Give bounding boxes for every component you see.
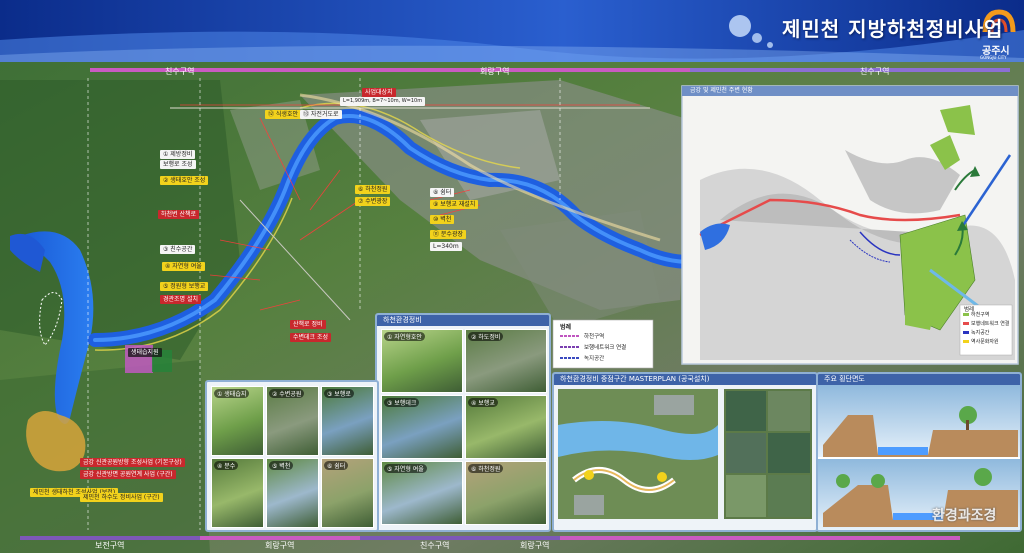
map-callout: 제민천 하수도 정비사업 (구간) [80,493,163,502]
zone-label: 친수구역 [165,67,195,76]
map-callout: 금강 신관공원방향 조성사업 (기본구상) [80,458,185,467]
photo-label: ⑥ 쉼터 [324,461,349,470]
map-callout: ⑤ 정원형 보행교 [160,282,209,291]
project-site-label: 사업대상지 [362,88,396,97]
map-callout: 수변데크 조성 [290,333,332,342]
photo-thumbnail: ② 수변공원 [266,386,319,456]
map-callout: ④ 자연형 여울 [162,262,205,271]
panel-title: 주요 횡단면도 [818,374,1020,385]
watermark: 환경과조경 [932,508,997,524]
inset-legend-item: 역사문화자원 [971,339,999,345]
map-callout: 경관조명 설치 [160,295,202,304]
zone-label: 친수구역 [420,541,450,550]
map-callout: ⑦ 수변광장 [355,197,391,206]
bubble-icon [729,15,751,37]
map-callout: ③ 친수공간 [160,245,196,254]
photo-label: ④ 보행교 [468,398,498,407]
photo-label: ② 수변공원 [269,389,305,398]
zone-label: 회랑구역 [520,541,550,550]
photo-panel-facilities: ① 생태습지 ② 수변공원 ③ 보행로 ④ 분수 ⑤ 벽천 ⑥ 쉼터 [205,380,379,532]
map-callout: ⑨ 보행교 재설치 [430,200,479,209]
map-callout: ② 생태호안 조성 [160,176,209,185]
center-legend-item: 녹지공간 [584,356,605,362]
photo-thumbnail: ④ 분수 [211,458,264,528]
center-legend-title: 범례 [560,324,572,331]
map-callout: L=340m [430,242,462,251]
map-callout: ① 제방정비 [160,150,196,159]
map-callout: ⑩ 벽천 [430,215,455,224]
photo-thumbnail: ⑥ 쉼터 [321,458,374,528]
masterplan-drawing [558,389,812,519]
ecology-zone-label: 생태습지원 [128,348,162,357]
photo-label: ⑤ 자연형 여울 [384,464,427,473]
photo-label: ④ 분수 [214,461,239,470]
center-legend-item: 하천구역 [584,334,605,340]
photo-label: ① 생태습지 [214,389,250,398]
photo-thumbnail: ⑥ 하천정원 [465,461,547,525]
photo-thumbnail: ③ 보행데크 [381,395,463,459]
inset-legend-item: 보행네트워크 연결 [971,321,1010,327]
project-site-spec: L=1,909m, B=7~10m, W=10m [340,97,426,106]
center-legend-item: 보행네트워크 연결 [584,345,627,351]
photo-thumbnail: ④ 보행교 [465,395,547,459]
zone-label: 보전구역 [95,541,125,550]
photo-label: ② 하도정비 [468,332,504,341]
map-callout: ⑥ 하천정원 [355,185,391,194]
photo-thumbnail: ① 생태습지 [211,386,264,456]
map-callout: ⑪ 분수광장 [430,230,466,239]
inset-legend-item: 하천구역 [971,312,990,318]
inset-location-map [681,85,1019,365]
zone-label: 회랑구역 [265,541,295,550]
photo-label: ⑥ 하천정원 [468,464,504,473]
photo-thumbnail: ⑤ 자연형 여울 [381,461,463,525]
zone-label: 친수구역 [860,67,890,76]
map-callout: 산책로 정비 [290,320,326,329]
map-callout: ⑫ 식생호안 [265,110,301,119]
photo-thumbnail: ② 하도정비 [465,329,547,393]
inset-legend-item: 녹지공간 [971,330,990,336]
photo-label: ① 자연형호안 [384,332,425,341]
photo-label: ③ 보행로 [324,389,354,398]
zone-label: 회랑구역 [480,67,510,76]
map-callout: 보행로 조성 [160,160,196,169]
map-callout: 금강 신관방면 공원연계 사업 (구간) [80,470,176,479]
map-poster: 제민천 지방하천정비사업 공주시 GONGJU CITY 친수구역 회랑구역 친… [0,0,1024,553]
photo-thumbnail: ① 자연형호안 [381,329,463,393]
photo-thumbnail: ③ 보행로 [321,386,374,456]
masterplan-panel: 하천환경정비 중점구간 MASTERPLAN (공국설치) [552,372,818,532]
inset-map-title: 금강 및 제민천 주변 현황 [690,87,753,94]
photo-thumbnail: ⑤ 벽천 [266,458,319,528]
panel-title: 하천환경정비 [377,315,549,326]
logo-subtext: GONGJU CITY [980,55,1007,60]
photo-panel-river-environment: 하천환경정비 ① 자연형호안 ② 하도정비 ③ 보행데크 ④ 보행교 ⑤ 자연형 여울 ⑥… [375,313,551,532]
panel-title: 하천환경정비 중점구간 MASTERPLAN (공국설치) [554,374,816,385]
map-callout: 하천변 산책로 [158,210,200,219]
photo-label: ⑤ 벽천 [269,461,294,470]
map-callout: ⑧ 쉼터 [430,188,455,197]
poster-title: 제민천 지방하천정비사업 [782,17,1004,41]
photo-label: ③ 보행데크 [384,398,420,407]
map-callout: ⑬ 자전거도로 [300,110,342,119]
